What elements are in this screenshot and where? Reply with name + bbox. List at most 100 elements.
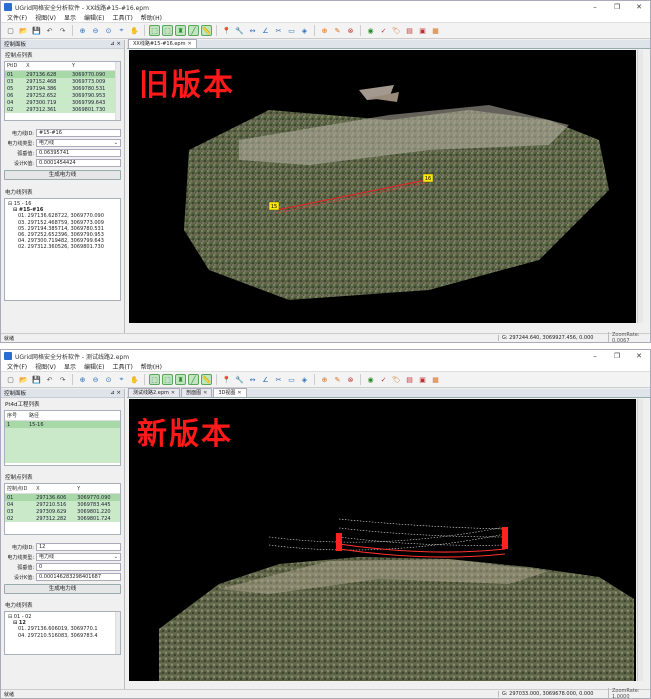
clip-icon[interactable]: ✂ — [273, 25, 284, 36]
col-header[interactable]: 路径 — [27, 411, 120, 421]
line-tree[interactable]: ⊟ 15 - 16 ⊟ #15-#16 01. 297136.628722, 306… — [4, 198, 121, 301]
select-icon[interactable]: ⬚ — [149, 25, 160, 36]
pin-icon[interactable]: 📍 — [221, 25, 232, 36]
table-row[interactable]: 01 297136.628 3069770.090 — [5, 70, 120, 78]
distance-icon[interactable]: ↔ — [247, 25, 258, 36]
table-row[interactable]: 04 297300.719 3069799.643 — [5, 99, 120, 106]
col-header[interactable]: 序号 — [5, 411, 27, 421]
zoom-window-icon[interactable]: ⌖ — [116, 374, 127, 385]
delete-icon[interactable]: ⊗ — [345, 374, 356, 385]
table-row[interactable]: 05 297194.386 3069780.531 — [5, 85, 120, 92]
tree-item[interactable]: 03. 297152.468759, 3069773.009 — [8, 220, 117, 226]
table-row[interactable]: 04 297210.516 3069783.445 — [5, 501, 120, 508]
field-input[interactable]: 12 — [36, 543, 121, 551]
profile-icon[interactable]: ▭ — [286, 25, 297, 36]
check-icon[interactable]: ✓ — [378, 374, 389, 385]
zoom-out-icon[interactable]: ⊖ — [90, 25, 101, 36]
doc-tab[interactable]: 3D视图 ✕ — [213, 388, 247, 397]
field-input[interactable]: 0.000146283298401687 — [36, 573, 121, 581]
menu-display[interactable]: 显示 — [64, 13, 76, 22]
menu-edit[interactable]: 编辑(E) — [84, 13, 104, 22]
line-tree[interactable]: ⊟ 01 - 02 ⊟ 12 01. 297136.606019, 3069770.… — [4, 611, 121, 655]
3d-viewport[interactable]: 新版本 — [129, 399, 636, 681]
tree-item[interactable]: 02. 297312.360526, 3069801.730 — [8, 244, 117, 250]
pan-hand-icon[interactable]: ✋ — [129, 25, 140, 36]
eye-icon[interactable]: ◉ — [365, 374, 376, 385]
panel-pin-close[interactable]: ⊿ × — [110, 390, 121, 396]
table-row[interactable]: 03 297309.629 3069801.220 — [5, 508, 120, 515]
field-input[interactable]: 0.0001454424 — [36, 159, 121, 167]
maximize-button[interactable]: ❐ — [606, 352, 628, 360]
select-box-icon[interactable]: ⬚ — [162, 25, 173, 36]
table-row[interactable]: 01 297136.606 3069770.090 — [5, 493, 120, 501]
scrollbar[interactable] — [637, 399, 643, 681]
eye-icon[interactable]: ◉ — [365, 25, 376, 36]
undo-icon[interactable]: ↶ — [44, 25, 55, 36]
pin-icon[interactable]: 📍 — [221, 374, 232, 385]
tower-icon[interactable]: ♜ — [175, 25, 186, 36]
layer-icon[interactable]: ◈ — [299, 25, 310, 36]
chart-icon[interactable]: ▦ — [430, 25, 441, 36]
edit-icon[interactable]: ✎ — [332, 25, 343, 36]
menu-display[interactable]: 显示 — [64, 362, 76, 371]
table-row[interactable]: 1 15-16 — [5, 420, 120, 428]
tree-item[interactable]: 04. 297210.516083, 3069783.4 — [8, 633, 117, 639]
wrench-icon[interactable]: 🔧 — [234, 25, 245, 36]
col-header[interactable]: Y — [69, 62, 120, 71]
line-type-select[interactable]: 电力线 ⌄ — [36, 553, 121, 561]
zoom-out-icon[interactable]: ⊖ — [90, 374, 101, 385]
check-icon[interactable]: ✓ — [378, 25, 389, 36]
angle-icon[interactable]: ∠ — [260, 374, 271, 385]
zoom-extent-icon[interactable]: ⊙ — [103, 374, 114, 385]
close-icon[interactable]: ✕ — [171, 389, 175, 397]
field-input[interactable]: #15-#16 — [36, 129, 121, 137]
close-icon[interactable]: ✕ — [237, 389, 241, 397]
menu-tools[interactable]: 工具(T) — [112, 362, 132, 371]
menu-edit[interactable]: 编辑(E) — [84, 362, 104, 371]
col-header[interactable]: Y — [75, 484, 120, 494]
pan-hand-icon[interactable]: ✋ — [129, 374, 140, 385]
new-file-icon[interactable]: ▢ — [5, 374, 16, 385]
add-icon[interactable]: ⊕ — [319, 374, 330, 385]
table-row[interactable]: 03 297152.468 3069773.009 — [5, 78, 120, 85]
generate-line-button[interactable]: 生成电力线 — [4, 170, 121, 180]
col-header[interactable]: PtID — [5, 62, 25, 71]
line-type-select[interactable]: 电力线 ⌄ — [36, 139, 121, 147]
table-row[interactable]: 06 297252.652 3069790.953 — [5, 92, 120, 99]
tower-icon[interactable]: ♜ — [175, 374, 186, 385]
scrollbar[interactable] — [637, 50, 643, 323]
measure-icon[interactable]: 📏 — [201, 25, 212, 36]
tree-item[interactable]: 01. 297136.628722, 3069770.090 — [8, 213, 117, 219]
col-header[interactable]: X — [24, 62, 70, 71]
layer-icon[interactable]: ◈ — [299, 374, 310, 385]
open-icon[interactable]: 📂 — [18, 374, 29, 385]
maximize-button[interactable]: ❐ — [606, 3, 628, 11]
export-icon[interactable]: ▣ — [417, 374, 428, 385]
close-button[interactable]: ✕ — [628, 352, 650, 360]
minimize-button[interactable]: – — [584, 352, 606, 360]
col-header[interactable]: X — [34, 484, 76, 494]
doc-tab[interactable]: 测试线路2.epm ✕ — [128, 388, 181, 397]
add-icon[interactable]: ⊕ — [319, 25, 330, 36]
select-box-icon[interactable]: ⬚ — [162, 374, 173, 385]
field-input[interactable]: 0 — [36, 563, 121, 571]
zoom-in-icon[interactable]: ⊕ — [77, 374, 88, 385]
close-button[interactable]: ✕ — [628, 3, 650, 11]
table-row[interactable]: 02 297312.361 3069801.730 — [5, 106, 120, 113]
angle-icon[interactable]: ∠ — [260, 25, 271, 36]
tag-icon[interactable]: 🏷 — [391, 25, 402, 36]
tag-icon[interactable]: 🏷 — [391, 374, 402, 385]
report-icon[interactable]: ▤ — [404, 374, 415, 385]
table-row[interactable]: 02 297312.282 3069801.724 — [5, 515, 120, 522]
close-icon[interactable]: ✕ — [203, 389, 207, 397]
profile-icon[interactable]: ▭ — [286, 374, 297, 385]
menu-help[interactable]: 帮助(H) — [141, 362, 162, 371]
undo-icon[interactable]: ↶ — [44, 374, 55, 385]
scrollbar[interactable] — [115, 62, 120, 120]
3d-viewport[interactable]: 15 16 旧版本 — [129, 50, 636, 323]
save-icon[interactable]: 💾 — [31, 25, 42, 36]
distance-icon[interactable]: ↔ — [247, 374, 258, 385]
menu-file[interactable]: 文件(F) — [7, 13, 27, 22]
field-input[interactable]: 0.06395741 — [36, 149, 121, 157]
generate-line-button[interactable]: 生成电力线 — [4, 584, 121, 594]
